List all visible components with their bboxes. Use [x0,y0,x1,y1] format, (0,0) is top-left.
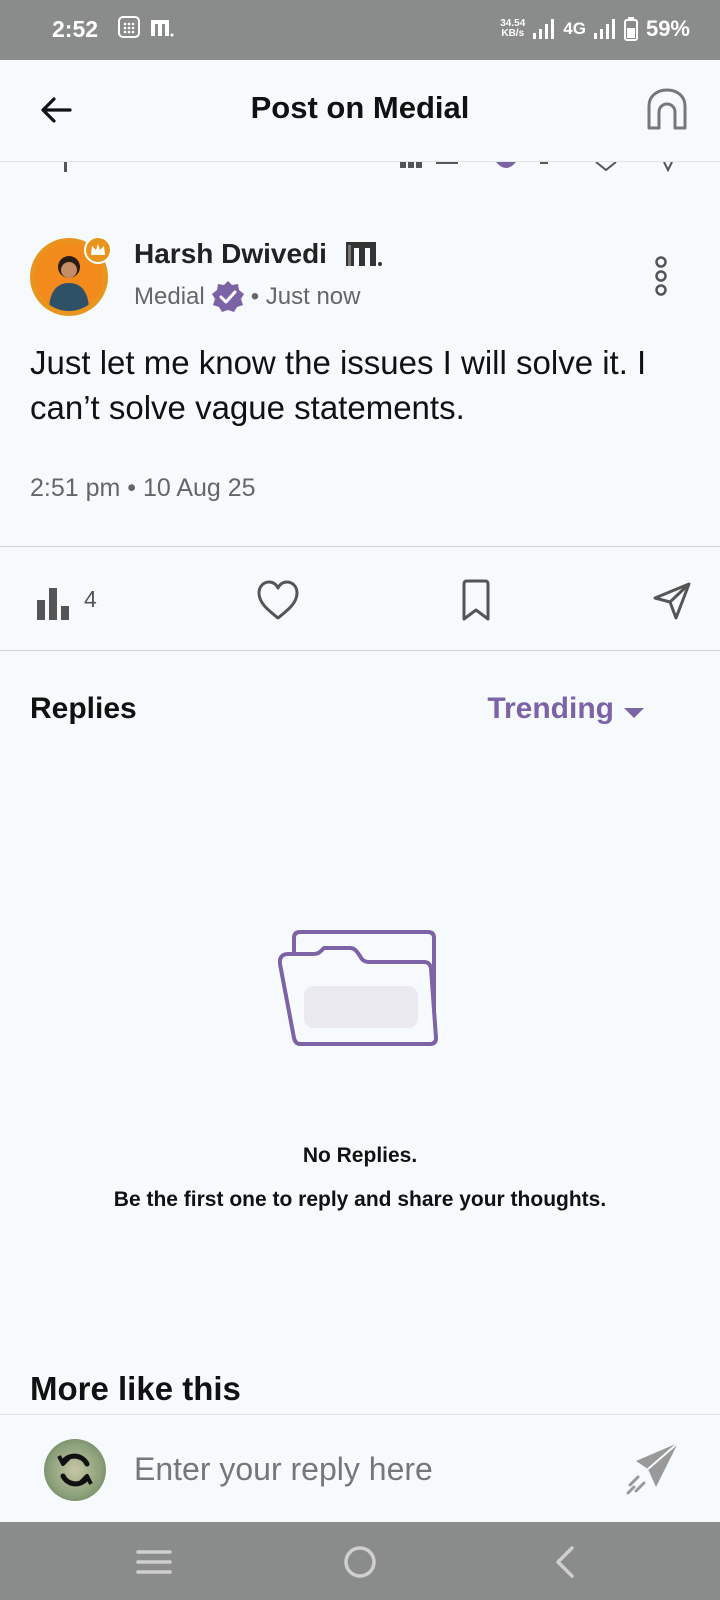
divider [0,650,720,651]
empty-folder-icon [278,930,438,1046]
views-count: 4 [84,586,97,612]
replies-title: Replies [30,692,137,725]
battery-level: 59% [645,16,690,41]
share-icon[interactable] [652,578,692,622]
empty-replies-subtitle: Be the first one to reply and share your… [113,1188,607,1211]
status-right: 34.54 KB/s 4G 59% [500,16,690,42]
back-nav-icon[interactable] [546,1542,586,1582]
post-age: • Just now [250,283,361,310]
post-timestamp: 2:51 pm • 10 Aug 25 [30,474,256,502]
post-body: Just let me know the issues I will solve… [30,344,647,426]
bookmark-icon[interactable] [460,578,492,622]
author-meta: Medial • Just now [134,280,360,314]
medial-logo-icon [151,20,174,37]
medial-badge-icon [346,242,382,266]
home-nav-icon[interactable] [340,1542,380,1582]
refresh-icon [57,1453,93,1487]
calculator-icon [118,16,140,38]
send-icon[interactable] [624,1441,680,1497]
post-actions: 4 [0,548,720,650]
post-header: Harsh Dwivedi Medial • Just now [30,236,690,318]
status-bar: 2:52 34.54 KB/s 4G 59% [0,0,720,60]
status-time: 2:52 [52,16,99,42]
app-bar: Post on Medial [0,60,720,162]
previous-post-peek [0,162,720,176]
verified-badge-icon [211,281,244,312]
page-title: Post on Medial [250,90,470,125]
like-heart-icon[interactable] [256,578,300,622]
home-icon[interactable] [644,86,690,132]
reply-bar [0,1414,720,1522]
more-options-icon[interactable] [652,256,670,296]
author-platform: Medial [134,283,205,310]
menu-icon[interactable] [134,1542,174,1582]
user-avatar[interactable] [44,1439,106,1501]
divider [0,546,720,547]
more-like-this-heading: More like this [30,1370,241,1407]
author-name[interactable]: Harsh Dwivedi [134,238,327,270]
sort-dropdown[interactable]: Trending [487,692,614,726]
reply-input[interactable] [134,1443,574,1495]
crown-icon [84,236,112,264]
author-avatar[interactable] [30,236,112,316]
net-speed-unit: KB/s [501,28,525,39]
net-speed: 34.54 KB/s [500,19,525,39]
battery-icon [623,17,638,41]
system-nav-bar [0,1522,720,1600]
signal-icon [593,19,615,39]
chevron-down-icon[interactable] [624,708,644,718]
empty-replies-title: No Replies. [302,1144,418,1167]
views-icon[interactable] [36,578,70,622]
network-type: 4G [563,19,586,38]
signal-icon [533,19,555,39]
